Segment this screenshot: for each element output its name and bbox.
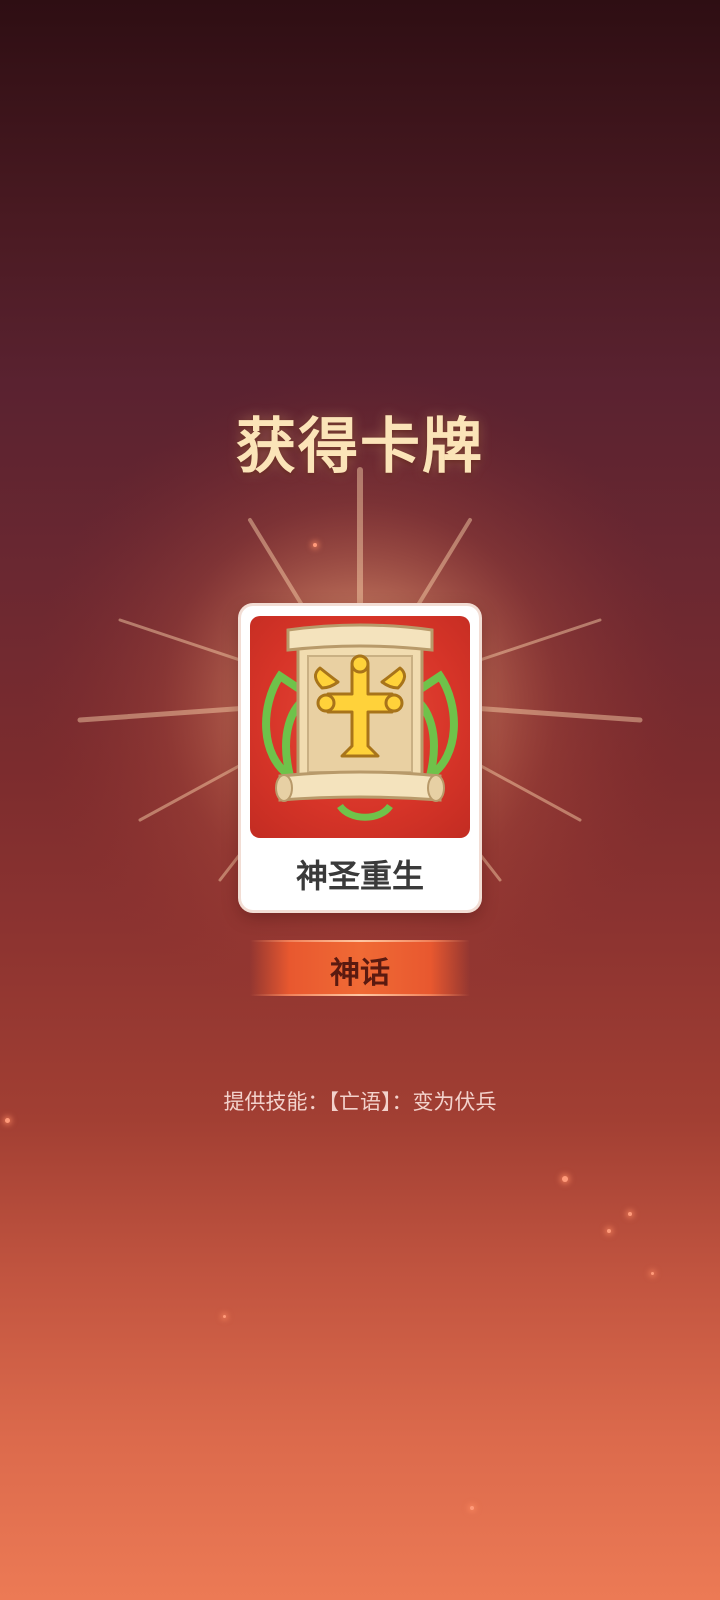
- rarity-banner: 神话: [250, 940, 470, 996]
- rarity-label: 神话: [330, 956, 390, 991]
- card-name: 神圣重生: [295, 857, 424, 895]
- card-art: [250, 616, 470, 838]
- spark-particle: [607, 1229, 611, 1233]
- reward-card[interactable]: 神圣重生: [241, 606, 479, 910]
- spark-particle: [562, 1176, 568, 1182]
- spark-particle: [313, 543, 317, 547]
- spark-particle: [223, 1315, 226, 1318]
- spark-particle: [5, 1118, 10, 1123]
- holy-scroll-cross-icon: [262, 623, 458, 821]
- skill-description: 提供技能：【亡语】：变为伏兵: [223, 1090, 497, 1114]
- spark-particle: [628, 1212, 632, 1216]
- reward-title: 获得卡牌: [236, 412, 484, 482]
- spark-particle: [651, 1272, 654, 1275]
- spark-particle: [470, 1506, 474, 1510]
